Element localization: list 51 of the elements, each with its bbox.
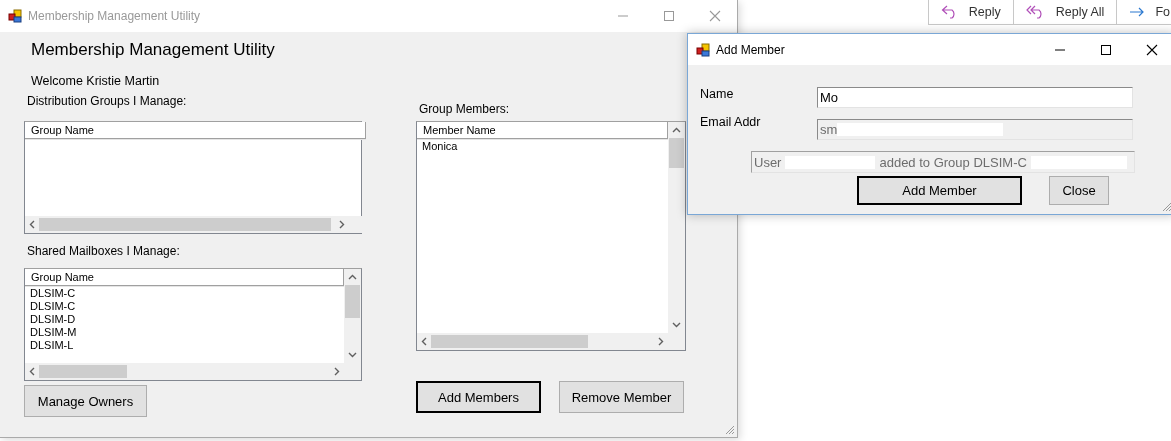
list-item[interactable]: DLSIM-C (25, 300, 344, 313)
button[interactable]: Add Member (857, 176, 1022, 205)
button[interactable]: Remove Member (559, 381, 684, 413)
section-label: Group Members: (418, 101, 511, 118)
button[interactable]: Add Members (416, 381, 541, 413)
status-field: User added to Group DLSIM-C (751, 151, 1135, 173)
column-header[interactable]: Group Name (25, 122, 366, 139)
window-title: Add Member (716, 42, 785, 57)
scroll-down-icon[interactable] (672, 322, 681, 328)
window-title: Membership Management Utility (28, 9, 201, 23)
field-label: Name (700, 87, 735, 101)
scrollbar-thumb[interactable] (431, 335, 588, 348)
app-heading: Membership Management Utility (31, 40, 275, 60)
input-field[interactable]: Mo (817, 87, 1133, 108)
column-header[interactable]: Group Name (25, 269, 344, 286)
list-item[interactable]: DLSIM-D (25, 313, 344, 326)
close-icon[interactable] (1146, 43, 1158, 56)
scrollbar-thumb[interactable] (669, 138, 684, 168)
app-icon (8, 9, 22, 23)
scroll-up-icon[interactable] (348, 274, 357, 280)
resize-grip-icon[interactable] (1160, 200, 1171, 212)
scroll-right-icon[interactable] (339, 220, 345, 229)
scrollbar-thumb[interactable] (345, 285, 360, 318)
list-item[interactable]: DLSIM-M (25, 326, 344, 339)
list-view[interactable]: Member Name Monica (416, 121, 686, 351)
scroll-down-icon[interactable] (348, 352, 357, 358)
toolbar-button[interactable]: Fo (1116, 0, 1171, 24)
list-view[interactable]: Group Name DLSIM-C DLSIM-C DLSIM-D DLSIM-M DLSIM-L (24, 268, 362, 381)
section-label: Distribution Groups I Manage: (26, 94, 188, 110)
column-header[interactable]: Member Name (417, 122, 668, 139)
list-item[interactable]: DLSIM-C (25, 287, 344, 300)
toolbar-button[interactable]: Reply All (1012, 0, 1117, 24)
scroll-up-icon[interactable] (672, 127, 681, 133)
resize-grip-icon[interactable] (723, 423, 735, 435)
scrollbar-thumb[interactable] (39, 218, 331, 231)
app-icon (696, 42, 710, 57)
list-item[interactable]: DLSIM-L (25, 339, 344, 352)
toolbar-button[interactable]: Reply (927, 0, 1013, 24)
scroll-left-icon[interactable] (421, 337, 427, 346)
field-label: Email Addr (700, 115, 762, 129)
button[interactable]: Manage Owners (24, 385, 147, 417)
button[interactable]: Close (1049, 176, 1109, 205)
scroll-left-icon[interactable] (29, 367, 35, 376)
list-item[interactable]: Monica (417, 140, 668, 153)
scroll-right-icon[interactable] (334, 367, 340, 376)
scroll-left-icon[interactable] (29, 220, 35, 229)
scrollbar-thumb[interactable] (39, 365, 127, 378)
section-label: Shared Mailboxes I Manage: (26, 244, 181, 260)
maximize-icon[interactable] (1100, 43, 1112, 56)
scroll-right-icon[interactable] (658, 337, 664, 346)
welcome-text: Welcome Kristie Martin (31, 74, 161, 88)
